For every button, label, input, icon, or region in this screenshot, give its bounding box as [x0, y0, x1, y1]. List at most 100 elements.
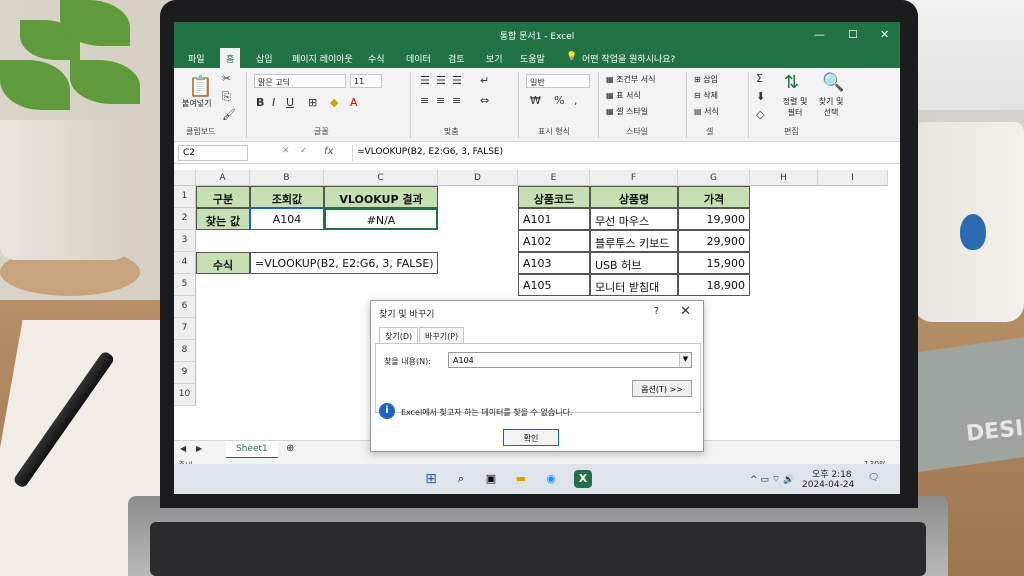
table-cell-name[interactable]: 모니터 받침대 [590, 274, 678, 296]
row-header[interactable]: 2 [174, 208, 196, 230]
table-cell-name[interactable]: 블루투스 키보드 [590, 230, 678, 252]
formula-input[interactable]: =VLOOKUP(B2, E2:G6, 3, FALSE) [352, 145, 892, 161]
name-box[interactable]: C2 [178, 145, 248, 161]
bold-icon[interactable]: B [256, 96, 264, 109]
options-button[interactable]: 옵션(T) >> [632, 380, 692, 397]
align-middle-icon[interactable]: ☰ [436, 74, 446, 87]
sheet-tab-sheet1[interactable]: Sheet1 [226, 441, 278, 459]
fx-icon[interactable]: fx [324, 146, 333, 157]
merge-center-icon[interactable]: ⇔ [480, 94, 489, 107]
align-left-icon[interactable]: ≡ [420, 94, 429, 107]
cell-a1[interactable]: 구분 [196, 186, 250, 208]
comma-icon[interactable]: , [574, 94, 578, 107]
underline-icon[interactable]: U [286, 96, 294, 109]
dialog-help-button[interactable]: ? [654, 306, 659, 317]
table-cell-price[interactable]: 18,900 [678, 274, 750, 296]
column-header-i[interactable]: I [818, 170, 888, 186]
fill-icon[interactable]: ⬇ [756, 90, 765, 103]
column-header-d[interactable]: D [438, 170, 518, 186]
tab-formulas[interactable]: 수식 [368, 52, 385, 65]
ok-button[interactable]: 확인 [503, 429, 559, 446]
column-header-b[interactable]: B [250, 170, 324, 186]
tab-view[interactable]: 보기 [486, 52, 503, 65]
tab-page-layout[interactable]: 페이지 레이아웃 [292, 52, 353, 65]
currency-icon[interactable]: ₩ [530, 94, 541, 107]
table-header-code[interactable]: 상품코드 [518, 186, 590, 208]
align-bottom-icon[interactable]: ☰ [452, 74, 462, 87]
table-cell-code[interactable]: A105 [518, 274, 590, 296]
tab-data[interactable]: 데이터 [406, 52, 431, 65]
row-header[interactable]: 4 [174, 252, 196, 274]
row-header[interactable]: 10 [174, 384, 196, 406]
find-select-button[interactable]: 찾기 및 선택 [814, 96, 848, 118]
column-header-g[interactable]: G [678, 170, 750, 186]
clear-icon[interactable]: ◇ [756, 108, 764, 121]
table-format-button[interactable]: ▦ 표 서식 [606, 90, 641, 101]
table-cell-code[interactable]: A101 [518, 208, 590, 230]
tab-find[interactable]: 찾기(D) [379, 327, 419, 343]
table-cell-name[interactable]: USB 허브 [590, 252, 678, 274]
percent-icon[interactable]: % [554, 94, 564, 107]
search-icon[interactable]: ⌕ [452, 470, 470, 488]
close-button[interactable]: ✕ [880, 28, 889, 41]
task-view-icon[interactable]: ▣ [482, 470, 500, 488]
tab-replace[interactable]: 바꾸기(P) [419, 327, 465, 343]
table-cell-name[interactable]: 무선 마우스 [590, 208, 678, 230]
autosum-icon[interactable]: Σ [756, 72, 763, 85]
conditional-format-button[interactable]: ▦ 조건부 서식 [606, 74, 655, 85]
table-cell-price[interactable]: 19,900 [678, 208, 750, 230]
row-header[interactable]: 3 [174, 230, 196, 252]
italic-icon[interactable]: I [272, 96, 275, 109]
format-painter-icon[interactable]: 🖌 [222, 108, 236, 121]
table-header-price[interactable]: 가격 [678, 186, 750, 208]
select-all-corner[interactable] [174, 170, 196, 186]
font-color-icon[interactable]: A [350, 96, 358, 109]
paste-icon[interactable]: 📋 [188, 74, 213, 98]
tray-icons[interactable]: ^ ▭ ⌔ 🔊 [750, 474, 794, 485]
wrap-text-icon[interactable]: ↵ [480, 74, 489, 87]
cell-b2[interactable]: A104 [250, 208, 324, 230]
sort-filter-icon[interactable]: ⇅ [784, 72, 799, 93]
tell-me-search[interactable]: 어떤 작업을 원하시나요? [582, 52, 675, 65]
row-header[interactable]: 5 [174, 274, 196, 296]
clock-time[interactable]: 오후 2:18 [812, 467, 852, 480]
row-header[interactable]: 6 [174, 296, 196, 318]
font-name-combo[interactable]: 맑은 고딕 [254, 74, 346, 88]
cancel-icon[interactable]: ✕ [282, 146, 290, 156]
insert-cells-button[interactable]: ⊞ 삽입 [694, 74, 718, 85]
column-header-c[interactable]: C [324, 170, 438, 186]
column-header-f[interactable]: F [590, 170, 678, 186]
cell-c1[interactable]: VLOOKUP 결과 [324, 186, 438, 208]
tab-insert[interactable]: 삽입 [256, 52, 273, 65]
minimize-button[interactable]: — [814, 28, 825, 41]
copy-icon[interactable]: ⎘ [222, 90, 231, 104]
tab-home[interactable]: 홈 [220, 48, 241, 68]
row-header[interactable]: 1 [174, 186, 196, 208]
table-cell-code[interactable]: A103 [518, 252, 590, 274]
border-icon[interactable]: ⊞ [308, 96, 317, 109]
align-top-icon[interactable]: ☰ [420, 74, 430, 87]
cell-a2[interactable]: 찾는 값 [196, 208, 250, 230]
delete-cells-button[interactable]: ⊟ 삭제 [694, 90, 718, 101]
number-format-combo[interactable]: 일반 [526, 74, 590, 88]
file-explorer-icon[interactable]: ▬ [512, 470, 530, 488]
tab-review[interactable]: 검토 [448, 52, 465, 65]
row-header[interactable]: 9 [174, 362, 196, 384]
find-what-input[interactable]: A104 ▼ [448, 352, 692, 368]
cell-b4[interactable]: =VLOOKUP(B2, E2:G6, 3, FALSE) [250, 252, 438, 274]
edge-browser-icon[interactable]: ◉ [542, 470, 560, 488]
paste-button[interactable]: 붙여넣기 [182, 98, 211, 109]
chevron-down-icon[interactable]: ▼ [679, 353, 691, 367]
notification-icon[interactable]: 🗨 [868, 473, 879, 483]
cell-c2[interactable]: #N/A [324, 208, 438, 230]
fill-color-icon[interactable]: ◆ [330, 96, 338, 109]
scroll-right-icon[interactable]: ▶ [196, 444, 202, 453]
column-header-h[interactable]: H [750, 170, 818, 186]
table-cell-price[interactable]: 29,900 [678, 230, 750, 252]
cell-b1[interactable]: 조회값 [250, 186, 324, 208]
cell-a4[interactable]: 수식 [196, 252, 250, 274]
font-size-combo[interactable]: 11 [350, 74, 382, 88]
row-header[interactable]: 8 [174, 340, 196, 362]
align-center-icon[interactable]: ≡ [436, 94, 445, 107]
scroll-left-icon[interactable]: ◀ [180, 444, 186, 453]
